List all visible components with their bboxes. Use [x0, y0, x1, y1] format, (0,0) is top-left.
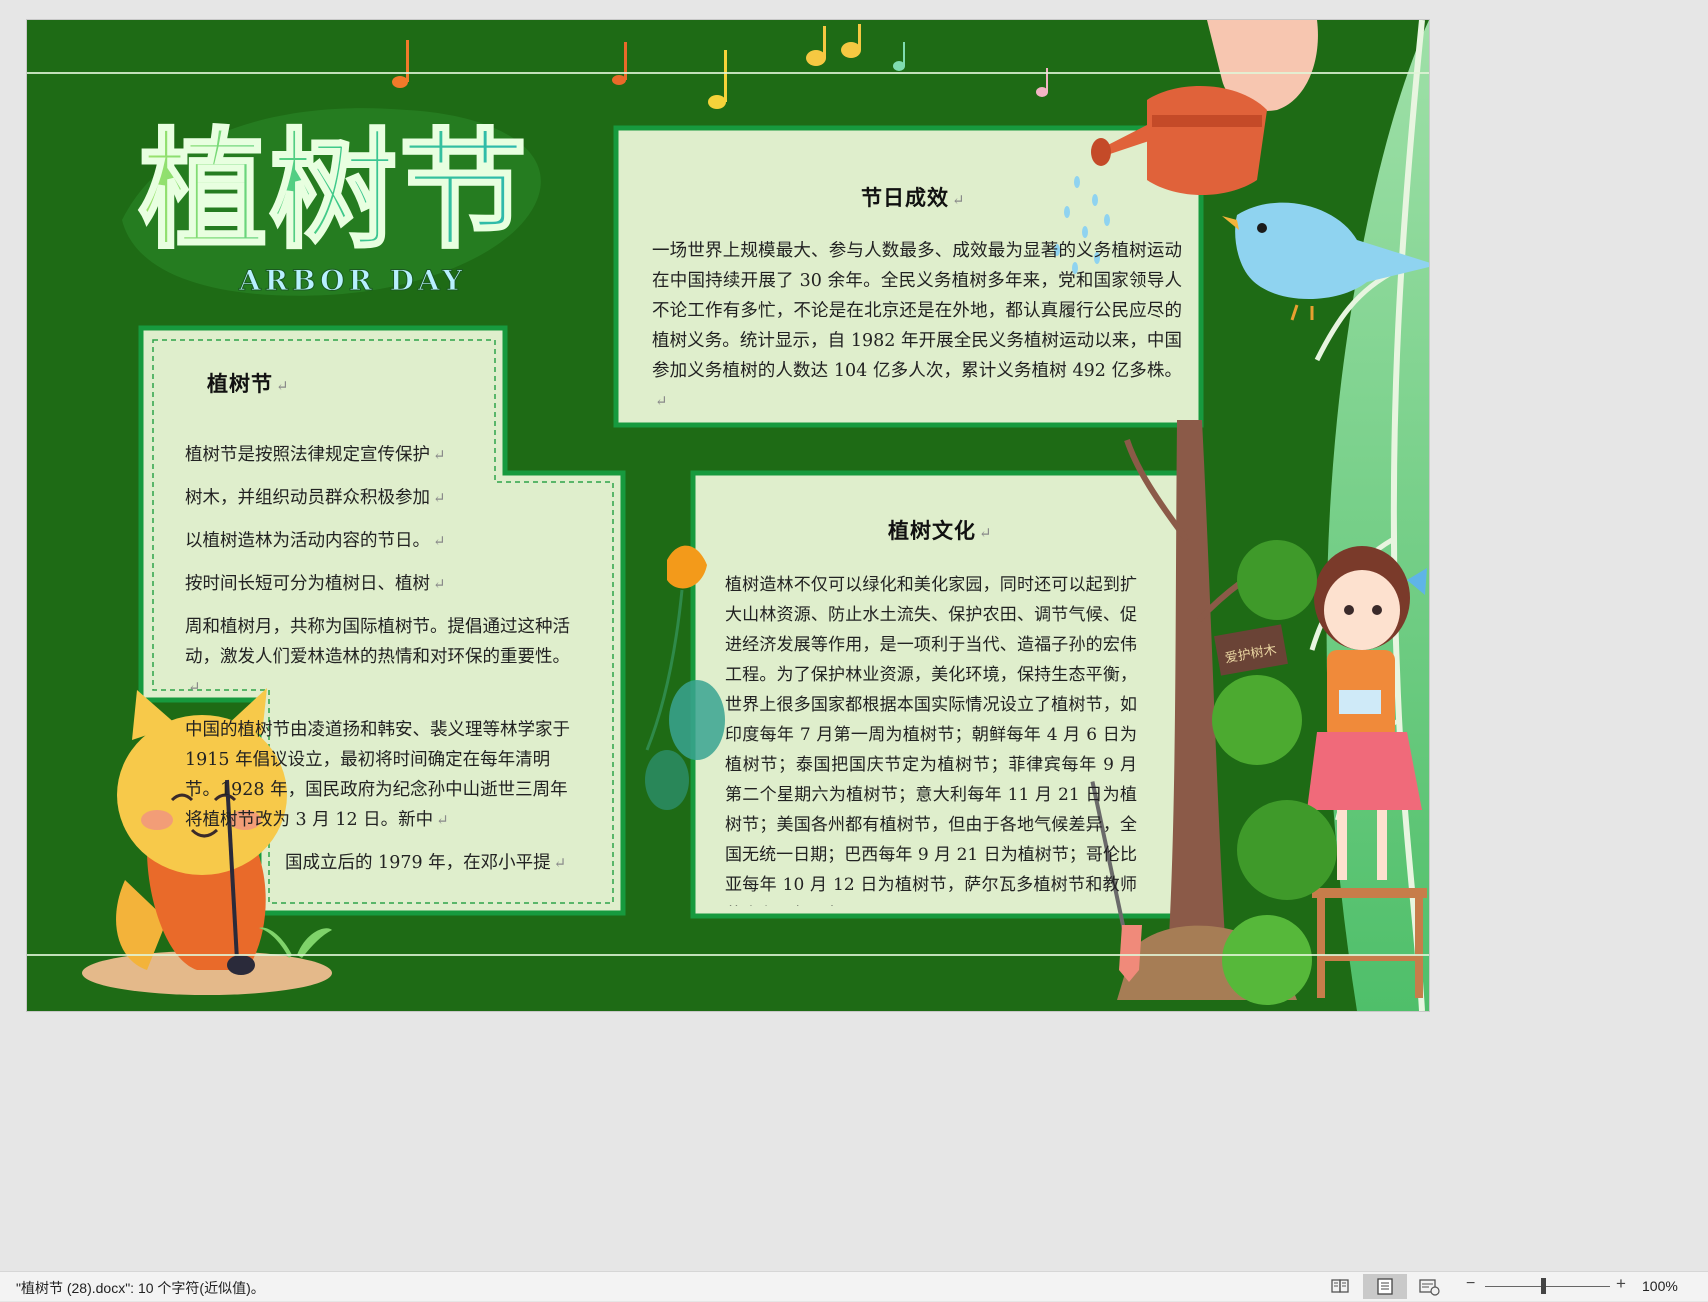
- panel-right-bottom-heading: 植树文化 ↵: [888, 519, 992, 543]
- zoom-slider[interactable]: [1485, 1286, 1610, 1287]
- panel-left-paragraph: 周和植树月，共称为国际植树节。提倡通过这种活动，激发人们爱林造林的热情和对环保的…: [185, 617, 570, 696]
- panel-right-bottom-body: 植树造林不仅可以绿化和美化家园，同时还可以起到扩大山林资源、防止水土流失、保护农…: [725, 570, 1137, 906]
- panel-left-paragraph: 中国的植树节由凌道扬和韩安、裴义理等林学家于 1915 年倡议设立，最初将时间确…: [185, 720, 570, 830]
- web-layout-icon: [1419, 1279, 1440, 1296]
- poster-title: 植树节: [139, 117, 529, 266]
- zoom-level[interactable]: 100%: [1642, 1278, 1678, 1294]
- read-mode-button[interactable]: [1319, 1274, 1363, 1299]
- panel-right-bottom-paragraph: 植树造林不仅可以绿化和美化家园，同时还可以起到扩大山林资源、防止水土流失、保护农…: [725, 575, 1137, 906]
- poster-page: 植树节 ARBOR DAY 爱护树木 植树节 ↵ 植树节是按照法律规定宣传保护 …: [27, 20, 1429, 1011]
- panel-left-paragraph: 按时间长短可分为植树日、植树 ↵: [185, 574, 446, 594]
- document-word-count[interactable]: "植树节 (28).docx": 10 个字符(近似值)。: [16, 1278, 265, 1298]
- divider-line-bottom: [27, 954, 1429, 956]
- divider-line-top: [27, 72, 1429, 74]
- zoom-out-button[interactable]: −: [1466, 1275, 1475, 1293]
- print-layout-button[interactable]: [1363, 1274, 1407, 1299]
- panel-right-top-body: 一场世界上规模最大、参与人数最多、成效最为显著的义务植树运动在中国持续开展了 3…: [652, 236, 1182, 416]
- panel-right-top-heading: 节日成效 ↵: [861, 186, 965, 210]
- print-layout-icon: [1377, 1278, 1393, 1295]
- panel-left-paragraph: 国成立后的 1979 年，在邓小平提 ↵: [285, 853, 567, 873]
- panel-left-paragraph: 植树节是按照法律规定宣传保护 ↵: [185, 445, 446, 465]
- zoom-in-button[interactable]: +: [1616, 1274, 1626, 1294]
- panel-left-heading: 植树节 ↵: [207, 372, 289, 396]
- web-layout-button[interactable]: [1407, 1274, 1451, 1299]
- panel-right-top-paragraph: 一场世界上规模最大、参与人数最多、成效最为显著的义务植树运动在中国持续开展了 3…: [652, 241, 1182, 410]
- status-bar: "植树节 (28).docx": 10 个字符(近似值)。 − + 100%: [0, 1271, 1708, 1301]
- poster-subtitle: ARBOR DAY: [238, 264, 466, 297]
- panel-left-paragraph: 以植树造林为活动内容的节日。 ↵: [185, 531, 446, 551]
- music-notes-decoration: [392, 24, 1048, 109]
- panel-left-body: 植树节是按照法律规定宣传保护 ↵ 树木，并组织动员群众积极参加 ↵ 以植树造林为活动…: [185, 440, 625, 891]
- panel-left-paragraph: 树木，并组织动员群众积极参加 ↵: [185, 488, 446, 508]
- zoom-slider-thumb[interactable]: [1540, 1278, 1546, 1294]
- read-mode-icon: [1331, 1279, 1349, 1293]
